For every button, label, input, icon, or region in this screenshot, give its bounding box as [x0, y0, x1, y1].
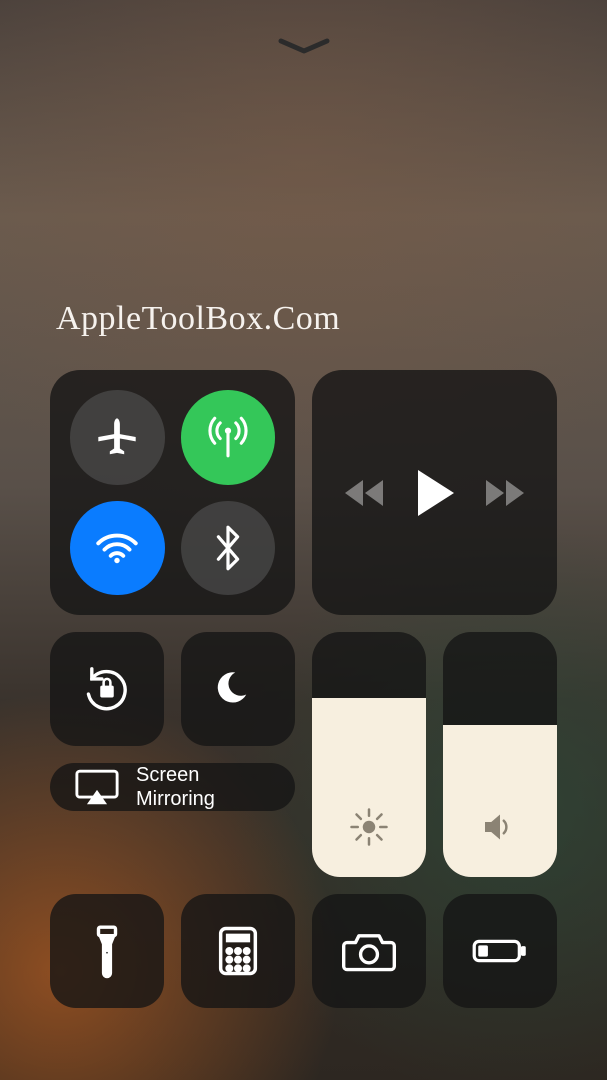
rotation-lock-icon [80, 662, 134, 716]
flashlight-icon [90, 923, 124, 979]
volume-icon-wrap [443, 807, 557, 847]
chevron-down-icon [277, 37, 331, 55]
rewind-icon [343, 478, 387, 508]
camera-button[interactable] [312, 894, 426, 1008]
battery-low-icon [471, 935, 529, 967]
cellular-data-toggle[interactable] [181, 390, 276, 485]
media-play-button[interactable] [412, 468, 456, 518]
control-center: Screen Mirroring [50, 370, 557, 1008]
calculator-button[interactable] [181, 894, 295, 1008]
do-not-disturb-toggle[interactable] [181, 632, 295, 746]
media-next-button[interactable] [482, 478, 526, 508]
screen-mirroring-button[interactable]: Screen Mirroring [50, 763, 295, 811]
volume-fill [443, 725, 557, 877]
volume-slider[interactable] [443, 632, 557, 877]
moon-icon [216, 667, 260, 711]
media-module[interactable] [312, 370, 557, 615]
screen-mirroring-label: Screen Mirroring [136, 763, 215, 811]
low-power-mode-button[interactable] [443, 894, 557, 1008]
dismiss-handle[interactable] [274, 36, 334, 56]
media-previous-button[interactable] [343, 478, 387, 508]
airplane-icon [94, 414, 140, 460]
brightness-slider[interactable] [312, 632, 426, 877]
airplane-mode-toggle[interactable] [70, 390, 165, 485]
brightness-icon-wrap [312, 807, 426, 847]
bluetooth-toggle[interactable] [181, 501, 276, 596]
bluetooth-icon [208, 524, 248, 572]
wifi-toggle[interactable] [70, 501, 165, 596]
wifi-icon [92, 523, 142, 573]
speaker-icon [480, 807, 520, 847]
flashlight-button[interactable] [50, 894, 164, 1008]
fast-forward-icon [482, 478, 526, 508]
calculator-icon [217, 925, 259, 977]
play-icon [412, 468, 456, 518]
sun-icon [349, 807, 389, 847]
brightness-fill [312, 698, 426, 877]
orientation-lock-toggle[interactable] [50, 632, 164, 746]
airplay-icon [74, 768, 120, 806]
connectivity-module[interactable] [50, 370, 295, 615]
watermark-text: AppleToolBox.Com [56, 300, 340, 338]
antenna-icon [203, 412, 253, 462]
camera-icon [342, 930, 396, 972]
